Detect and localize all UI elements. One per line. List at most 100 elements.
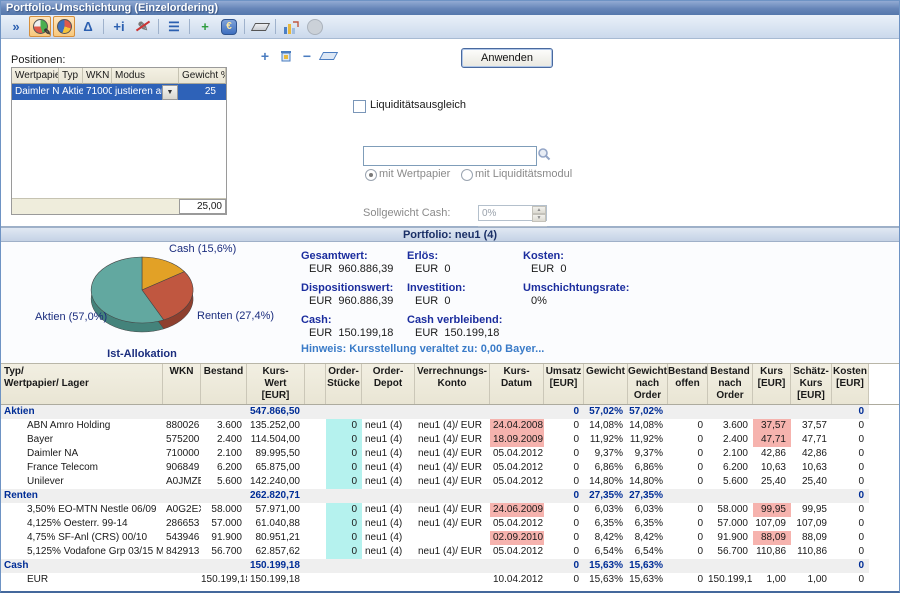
holdings-col-konto[interactable]: Verrechnungs- Konto <box>415 364 490 404</box>
holding-row-10[interactable]: 5,125% Vodafone Grp 03/15 MTN84291356.70… <box>1 545 899 559</box>
remove-position-icon[interactable]: − <box>299 48 315 64</box>
holdings-col-depot[interactable]: Order- Depot <box>362 364 415 404</box>
cell-stuecke[interactable]: 0 <box>326 517 362 531</box>
holding-row-2[interactable]: Bayer5752002.400114.504,000neu1 (4)neu1 … <box>1 433 899 447</box>
cell-stuecke[interactable]: 0 <box>326 419 362 433</box>
liquidity-checkbox[interactable] <box>353 100 366 113</box>
cell-schaetz: 47,71 <box>791 433 832 447</box>
cell-bestand <box>201 559 247 573</box>
cell-umsatz: 0 <box>544 517 584 531</box>
cell-bestand_nach: 58.000 <box>708 503 753 517</box>
group-row-renten[interactable]: Renten262.820,71027,35%27,35%0 <box>1 489 899 503</box>
cell-gewicht: 6,03% <box>584 503 628 517</box>
field-input-0[interactable]: 0%▲▼ <box>478 205 547 221</box>
cell-gewicht[interactable]: 25 <box>179 84 226 100</box>
cell-fill <box>869 475 899 489</box>
cell-typ[interactable]: Aktie <box>59 84 83 100</box>
add-position-icon[interactable]: + <box>257 48 273 64</box>
cell-depot: neu1 (4) <box>362 419 415 433</box>
cell-gewicht: 6,35% <box>584 517 628 531</box>
cell-stuecke[interactable]: 0 <box>326 531 362 545</box>
radio-mit-wertpapier[interactable] <box>365 169 377 181</box>
cell-name: ABN Amro Holding <box>1 419 163 433</box>
holding-row-9[interactable]: 4,75% SF-Anl (CRS) 00/1054394691.90080.9… <box>1 531 899 545</box>
stat-label: Cash verbleibend: <box>407 314 502 327</box>
wertpapier-search-input[interactable] <box>363 146 537 166</box>
holding-row-4[interactable]: France Telecom9068496.20065.875,000neu1 … <box>1 461 899 475</box>
cell-stuecke[interactable]: 0 <box>326 447 362 461</box>
spinner-icon[interactable]: ▲▼ <box>532 206 546 220</box>
delta-icon[interactable]: Δ <box>77 16 99 37</box>
holdings-col-schaetz[interactable]: Schätz- Kurs [EUR] <box>791 364 832 404</box>
holdings-col-gewicht_nach[interactable]: Gewicht nach Order <box>628 364 668 404</box>
euro-badge-icon[interactable]: € <box>218 16 240 37</box>
cell-kosten: 0 <box>832 489 869 503</box>
positions-col-typ[interactable]: Typ <box>59 68 83 84</box>
clear-positions-icon[interactable] <box>320 48 336 64</box>
cell-wkn[interactable]: 710000 <box>83 84 112 100</box>
cell-kurs: 107,09 <box>753 517 791 531</box>
radio-mit-wertpapier-label: mit Wertpapier <box>379 168 450 180</box>
search-icon[interactable] <box>537 147 551 164</box>
cell-bestand_offen: 0 <box>668 503 708 517</box>
group-row-aktien[interactable]: Aktien547.866,50057,02%57,02%0 <box>1 405 899 419</box>
allocation-view-icon[interactable] <box>53 16 75 37</box>
positions-col-modus[interactable]: Modus <box>112 68 179 84</box>
globe-disabled-icon[interactable] <box>304 16 326 37</box>
holding-row-7[interactable]: 3,50% EO-MTN Nestle 06/09A0G2EX58.00057.… <box>1 503 899 517</box>
apply-button[interactable]: Anwenden <box>461 48 553 68</box>
sliders-icon[interactable]: ☰ <box>163 16 185 37</box>
holdings-col-datum[interactable]: Kurs- Datum <box>490 364 544 404</box>
overflow-chevron-icon[interactable]: » <box>5 16 27 37</box>
add-info-icon[interactable]: +i <box>108 16 130 37</box>
cell-gewicht_nach: 6,35% <box>628 517 668 531</box>
cell-konto: neu1 (4)/ EUR <box>415 461 490 475</box>
holdings-col-umsatz[interactable]: Umsatz [EUR] <box>544 364 584 404</box>
cell-modus[interactable]: justieren auf▼ <box>112 84 179 100</box>
holdings-col-bestand[interactable]: Bestand <box>201 364 247 404</box>
holdings-col-kosten[interactable]: Kosten [EUR] <box>832 364 869 404</box>
cell-stuecke[interactable]: 0 <box>326 461 362 475</box>
holdings-col-name[interactable]: Typ/ Wertpapier/ Lager <box>1 364 163 404</box>
stat-label: Kosten: <box>523 250 629 263</box>
cell-bestand_offen: 0 <box>668 433 708 447</box>
allocation-edit-icon[interactable]: ✎ <box>29 16 51 37</box>
holdings-col-gewicht[interactable]: Gewicht <box>584 364 628 404</box>
cell-stuecke[interactable]: 0 <box>326 475 362 489</box>
holding-row-3[interactable]: Daimler NA7100002.10089.995,500neu1 (4)n… <box>1 447 899 461</box>
positions-row-selected[interactable]: Daimler NAAktie710000justieren auf▼25 <box>12 84 226 100</box>
holdings-col-stuecke[interactable]: Order- Stücke <box>326 364 362 404</box>
cell-stuecke[interactable]: 0 <box>326 503 362 517</box>
radio-mit-liquiditaetsmodul[interactable] <box>461 169 473 181</box>
positions-table[interactable]: WertpapierTypWKNModusGewicht %Daimler NA… <box>11 67 227 215</box>
holding-row-12[interactable]: EUR150.199,18150.199,1810.04.2012015,63%… <box>1 573 899 587</box>
positions-col-gewicht[interactable]: Gewicht % <box>179 68 226 84</box>
holdings-col-kurswert[interactable]: Kurs- Wert [EUR] <box>247 364 305 404</box>
cell-depot: neu1 (4) <box>362 475 415 489</box>
group-row-cash[interactable]: Cash150.199,18015,63%15,63%0 <box>1 559 899 573</box>
cell-stuecke[interactable]: 0 <box>326 433 362 447</box>
add-icon[interactable]: + <box>194 16 216 37</box>
toolbar-separator <box>189 19 190 34</box>
chart-export-icon[interactable] <box>280 16 302 37</box>
positions-col-wertpapier[interactable]: Wertpapier <box>12 68 59 84</box>
archive-position-icon[interactable] <box>278 48 294 64</box>
holdings-col-bestand_nach[interactable]: Bestand nach Order <box>708 364 753 404</box>
no-edit-pen-icon[interactable]: ✎ <box>132 16 154 37</box>
positions-col-wkn[interactable]: WKN <box>83 68 112 84</box>
holding-row-8[interactable]: 4,125% Oesterr. 99-1428665357.00061.040,… <box>1 517 899 531</box>
holding-row-1[interactable]: ABN Amro Holding8800263.600135.252,000ne… <box>1 419 899 433</box>
cell-wertpapier[interactable]: Daimler NA <box>12 84 59 100</box>
cell-gewicht: 6,54% <box>584 545 628 559</box>
cell-wkn <box>163 559 201 573</box>
cell-fill <box>869 405 899 419</box>
cell-datum: 02.09.2010 <box>490 531 544 545</box>
cell-stuecke[interactable]: 0 <box>326 545 362 559</box>
holdings-col-bestand_offen[interactable]: Bestand offen <box>668 364 708 404</box>
holding-row-5[interactable]: UnileverA0JMZB5.600142.240,000neu1 (4)ne… <box>1 475 899 489</box>
eraser-icon[interactable] <box>249 16 271 37</box>
holdings-col-kurs[interactable]: Kurs [EUR] <box>753 364 791 404</box>
cell-schaetz: 110,86 <box>791 545 832 559</box>
modus-dropdown-icon[interactable]: ▼ <box>162 85 178 100</box>
holdings-col-wkn[interactable]: WKN <box>163 364 201 404</box>
